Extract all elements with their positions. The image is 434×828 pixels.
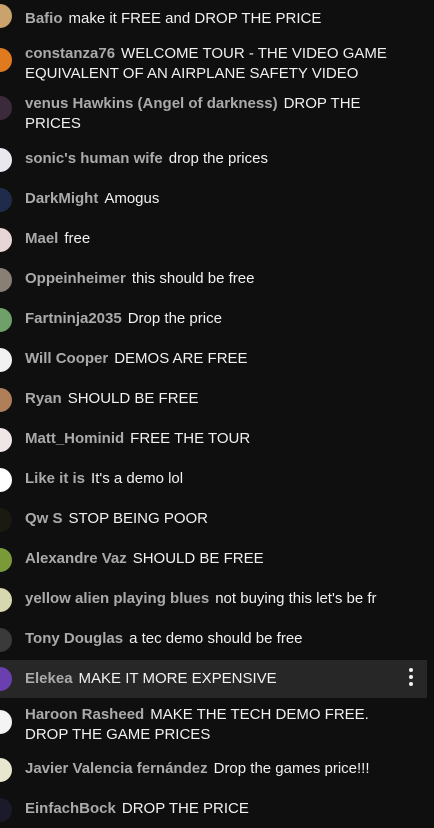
avatar[interactable]	[0, 96, 12, 120]
chat-message[interactable]: yellow alien playing blues not buying thi…	[0, 580, 434, 620]
avatar[interactable]	[0, 548, 12, 572]
avatar[interactable]	[0, 710, 12, 734]
chat-message-hovered[interactable]: Elekea MAKE IT MORE EXPENSIVE	[0, 660, 427, 698]
chat-message[interactable]: Like it is It's a demo lol	[0, 460, 434, 500]
message-text: free	[64, 230, 91, 247]
message-author[interactable]: Qw S	[25, 510, 63, 527]
message-author[interactable]: EinfachBock	[25, 800, 116, 817]
message-author[interactable]: constanza76	[25, 45, 115, 62]
avatar[interactable]	[0, 758, 12, 782]
message-author[interactable]: DarkMight	[25, 190, 98, 207]
avatar[interactable]	[0, 588, 12, 612]
chat-message[interactable]: EinfachBock DROP THE PRICE	[0, 790, 434, 828]
avatar[interactable]	[0, 798, 12, 822]
avatar[interactable]	[0, 468, 12, 492]
message-author[interactable]: sonic's human wife	[25, 150, 163, 167]
message-author[interactable]: Will Cooper	[25, 350, 108, 367]
message-text: this should be free	[131, 270, 255, 287]
message-text: not buying this let's be fr	[215, 590, 377, 607]
message-author[interactable]: Haroon Rasheed	[25, 706, 144, 723]
message-text: DROP THE PRICE	[121, 800, 249, 817]
message-author[interactable]: yellow alien playing blues	[25, 590, 209, 607]
avatar[interactable]	[0, 228, 12, 252]
chat-message-list[interactable]: Bafio make it FREE and DROP THE PRICE con…	[0, 0, 434, 828]
message-author[interactable]: Fartninja2035	[25, 310, 122, 327]
message-author[interactable]: Matt_Hominid	[25, 430, 124, 447]
avatar[interactable]	[0, 308, 12, 332]
chat-message[interactable]: Ryan SHOULD BE FREE	[0, 380, 434, 420]
more-vert-icon[interactable]	[403, 666, 419, 688]
message-author[interactable]: Javier Valencia fernández	[25, 760, 208, 777]
avatar[interactable]	[0, 428, 12, 452]
avatar[interactable]	[0, 4, 12, 28]
avatar[interactable]	[0, 188, 12, 212]
message-text: It's a demo lol	[91, 470, 184, 487]
message-text: Drop the price	[127, 310, 222, 327]
avatar[interactable]	[0, 148, 12, 172]
chat-message[interactable]: Bafio make it FREE and DROP THE PRICE	[0, 0, 434, 34]
chat-message[interactable]: Oppeinheimer this should be free	[0, 260, 434, 300]
message-text: STOP BEING POOR	[68, 510, 208, 527]
message-text: drop the prices	[168, 150, 268, 167]
chat-message[interactable]: Tony Douglas a tec demo should be free	[0, 620, 434, 660]
message-text: a tec demo should be free	[129, 630, 303, 647]
message-text: make it FREE and DROP THE PRICE	[68, 10, 322, 27]
message-text: Drop the games price!!!	[213, 760, 370, 777]
chat-message[interactable]: Alexandre Vaz SHOULD BE FREE	[0, 540, 434, 580]
message-text: MAKE IT MORE EXPENSIVE	[78, 670, 277, 687]
avatar[interactable]	[0, 667, 12, 691]
chat-message[interactable]: sonic's human wife drop the prices	[0, 140, 434, 180]
message-text: DEMOS ARE FREE	[114, 350, 248, 367]
message-author[interactable]: Tony Douglas	[25, 630, 123, 647]
chat-message[interactable]: Mael free	[0, 220, 434, 260]
message-author[interactable]: Ryan	[25, 390, 62, 407]
message-text: Amogus	[104, 190, 160, 207]
chat-message[interactable]: Javier Valencia fernández Drop the games …	[0, 750, 434, 790]
chat-message[interactable]: Will Cooper DEMOS ARE FREE	[0, 340, 434, 380]
message-author[interactable]: Alexandre Vaz	[25, 550, 127, 567]
message-text: SHOULD BE FREE	[132, 550, 264, 567]
message-author[interactable]: venus Hawkins (Angel of darkness)	[25, 95, 278, 112]
message-author[interactable]: Elekea	[25, 670, 73, 687]
avatar[interactable]	[0, 268, 12, 292]
message-author[interactable]: Like it is	[25, 470, 85, 487]
chat-message[interactable]: DarkMight Amogus	[0, 180, 434, 220]
chat-message[interactable]: Qw S STOP BEING POOR	[0, 500, 434, 540]
avatar[interactable]	[0, 348, 12, 372]
message-author[interactable]: Mael	[25, 230, 58, 247]
avatar[interactable]	[0, 48, 12, 72]
avatar[interactable]	[0, 628, 12, 652]
message-author[interactable]: Oppeinheimer	[25, 270, 126, 287]
avatar[interactable]	[0, 508, 12, 532]
chat-message[interactable]: venus Hawkins (Angel of darkness) DROP TH…	[0, 86, 434, 136]
avatar[interactable]	[0, 388, 12, 412]
message-author[interactable]: Bafio	[25, 10, 63, 27]
message-text: FREE THE TOUR	[130, 430, 251, 447]
chat-message[interactable]: Haroon Rasheed MAKE THE TECH DEMO FREE. D…	[0, 700, 434, 750]
chat-message[interactable]: Matt_Hominid FREE THE TOUR	[0, 420, 434, 460]
chat-message[interactable]: constanza76 WELCOME TOUR - THE VIDEO GAME…	[0, 36, 434, 86]
chat-message[interactable]: Fartninja2035 Drop the price	[0, 300, 434, 340]
message-text: SHOULD BE FREE	[67, 390, 199, 407]
